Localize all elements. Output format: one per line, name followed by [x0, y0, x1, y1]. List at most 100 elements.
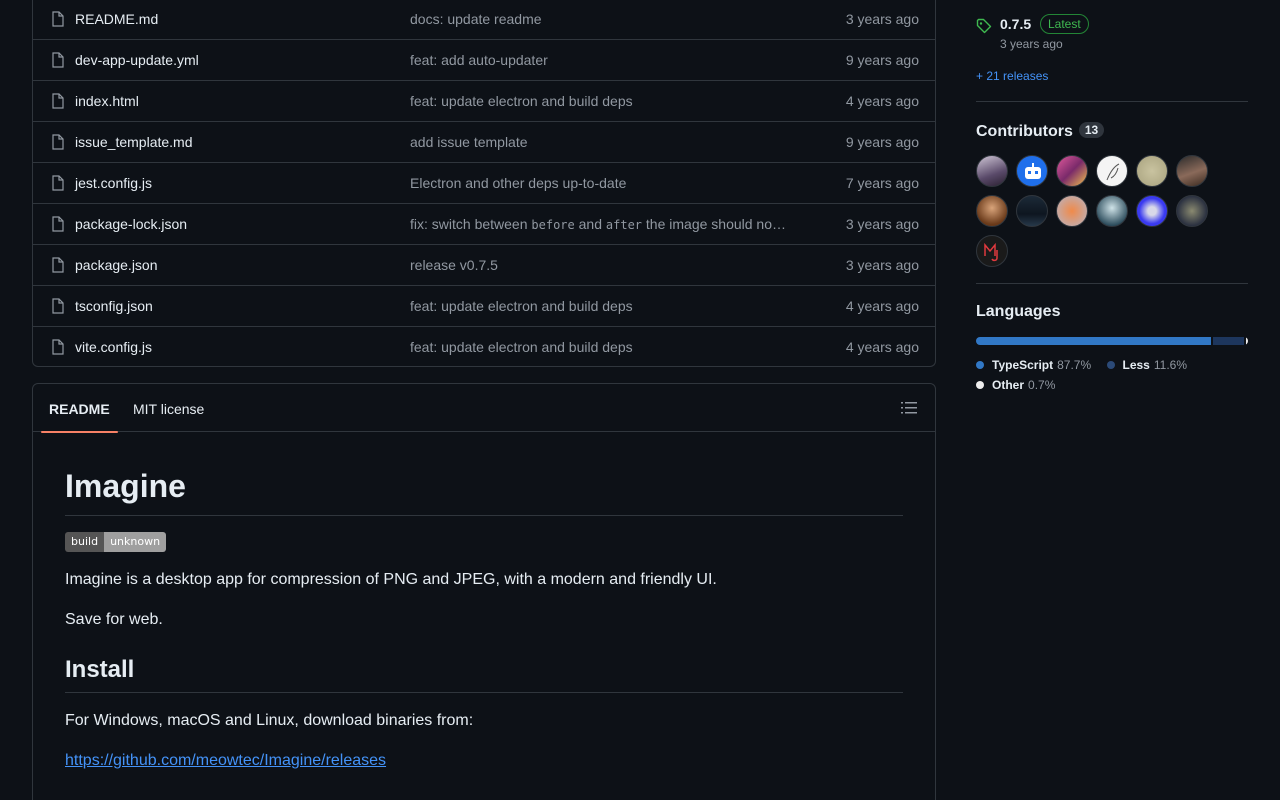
contributors-title: Contributors	[976, 123, 1073, 140]
file-row[interactable]: README.md docs: update readme 3 years ag…	[33, 0, 935, 39]
file-name-link[interactable]: tsconfig.json	[75, 298, 153, 314]
release-version: 0.7.5	[1000, 16, 1032, 32]
avatar[interactable]	[1096, 195, 1128, 227]
commit-message-link[interactable]: feat: update electron and build deps	[410, 93, 633, 109]
avatar[interactable]	[1096, 155, 1128, 187]
file-icon	[52, 339, 64, 355]
latest-badge: Latest	[1040, 14, 1089, 34]
file-name-link[interactable]: index.html	[75, 93, 139, 109]
divider	[976, 101, 1248, 102]
commit-time: 4 years ago	[845, 93, 919, 109]
lang-bar-segment-typescript[interactable]	[976, 337, 1212, 345]
avatar[interactable]	[976, 155, 1008, 187]
contributors-heading[interactable]: Contributors 13	[976, 122, 1105, 141]
lang-item-less[interactable]: Less 11.6%	[1106, 355, 1187, 375]
badge-value: unknown	[104, 532, 167, 552]
contributors-count: 13	[1078, 122, 1105, 138]
lang-dot	[1106, 361, 1115, 369]
releases-link[interactable]: https://github.com/meowtec/Imagine/relea…	[65, 752, 386, 769]
lang-dot	[976, 361, 984, 369]
commit-time: 3 years ago	[845, 10, 919, 27]
file-row[interactable]: package-lock.json fix: switch between be…	[33, 203, 935, 244]
file-icon	[52, 52, 64, 68]
commit-message-link[interactable]: fix: switch between before and after the…	[410, 216, 786, 232]
avatar[interactable]	[1056, 155, 1088, 187]
bot-icon	[1025, 163, 1041, 179]
install-heading: Install	[65, 656, 903, 693]
file-row[interactable]: tsconfig.json feat: update electron and …	[33, 285, 935, 326]
commit-message-link[interactable]: add issue template	[410, 134, 528, 150]
file-row[interactable]: jest.config.js Electron and other deps u…	[33, 162, 935, 203]
commit-time: 3 years ago	[845, 216, 919, 232]
more-releases-link[interactable]: + 21 releases	[976, 69, 1048, 83]
repo-page: README.md docs: update readme 3 years ag…	[0, 0, 1280, 800]
lang-name: TypeScript	[992, 358, 1054, 372]
commit-message-link[interactable]: release v0.7.5	[410, 257, 498, 273]
avatar[interactable]	[1136, 195, 1168, 227]
commit-msg-code: before	[531, 218, 575, 232]
file-name-link[interactable]: issue_template.md	[75, 134, 193, 150]
sketch-avatar-icon	[1106, 163, 1120, 181]
readme-description: Imagine is a desktop app for compression…	[65, 571, 717, 588]
lang-item-typescript[interactable]: TypeScript 87.7%	[976, 355, 1091, 375]
commit-message-link[interactable]: feat: update electron and build deps	[410, 298, 633, 314]
commit-message-link[interactable]: Electron and other deps up-to-date	[410, 175, 626, 191]
commit-message-link[interactable]: feat: add auto-updater	[410, 52, 548, 68]
build-status-badge[interactable]: build unknown	[65, 532, 167, 552]
file-icon	[52, 134, 64, 150]
outline-list-icon[interactable]	[901, 400, 917, 416]
file-row[interactable]: dev-app-update.yml feat: add auto-update…	[33, 39, 935, 80]
commit-message-link[interactable]: docs: update readme	[410, 11, 542, 27]
lang-bar-segment-less[interactable]	[1213, 337, 1245, 345]
badge-label: build	[65, 532, 105, 552]
avatar[interactable]	[1176, 195, 1208, 227]
commit-msg-code: after	[605, 218, 643, 232]
commit-msg-part: the image should no…	[642, 216, 786, 232]
commit-msg-part: and	[574, 216, 606, 232]
lang-bar-segment-other[interactable]	[1246, 337, 1248, 345]
lang-pct: 87.7%	[1057, 358, 1092, 372]
file-name-link[interactable]: dev-app-update.yml	[75, 52, 199, 68]
file-icon	[52, 216, 64, 232]
file-list: README.md docs: update readme 3 years ag…	[32, 0, 936, 367]
commit-time: 9 years ago	[845, 134, 919, 150]
lang-dot	[976, 381, 984, 389]
commit-message-link[interactable]: feat: update electron and build deps	[410, 339, 633, 355]
file-row[interactable]: index.html feat: update electron and bui…	[33, 80, 935, 121]
avatar[interactable]	[976, 235, 1008, 267]
file-row[interactable]: package.json release v0.7.5 3 years ago	[33, 244, 935, 285]
file-name-link[interactable]: jest.config.js	[75, 175, 152, 191]
file-name-link[interactable]: package.json	[75, 257, 158, 273]
tab-readme[interactable]: README	[41, 384, 118, 433]
avatar[interactable]	[1016, 155, 1048, 187]
avatar[interactable]	[1056, 195, 1088, 227]
avatar[interactable]	[976, 195, 1008, 227]
file-icon	[52, 257, 64, 273]
languages-bar	[976, 337, 1248, 345]
file-row[interactable]: issue_template.md add issue template 9 y…	[33, 121, 935, 162]
commit-time: 4 years ago	[845, 298, 919, 314]
lang-pct: 0.7%	[1028, 378, 1056, 392]
file-icon	[52, 10, 64, 27]
languages-heading: Languages	[976, 303, 1061, 320]
monogram-avatar-icon	[984, 242, 998, 262]
avatar[interactable]	[1136, 155, 1168, 187]
commit-msg-part: fix: switch between	[410, 216, 532, 232]
latest-release[interactable]: 0.7.5 Latest 3 years ago	[976, 0, 1248, 60]
readme-panel: README MIT license Imagine build unknown …	[32, 383, 936, 800]
avatar[interactable]	[1016, 195, 1048, 227]
file-icon	[52, 298, 64, 314]
lang-item-other[interactable]: Other 0.7%	[976, 375, 1055, 395]
file-name-link[interactable]: README.md	[75, 11, 158, 27]
commit-time: 4 years ago	[845, 339, 919, 355]
file-icon	[52, 93, 64, 109]
file-row[interactable]: vite.config.js feat: update electron and…	[33, 326, 935, 367]
file-name-link[interactable]: vite.config.js	[75, 339, 152, 355]
readme-tabs: README MIT license	[33, 384, 935, 433]
file-name-link[interactable]: package-lock.json	[75, 216, 187, 232]
readme-title: Imagine	[65, 468, 903, 516]
repo-sidebar: 0.7.5 Latest 3 years ago + 21 releases C…	[976, 0, 1248, 392]
tab-license[interactable]: MIT license	[133, 384, 204, 432]
readme-tagline: Save for web.	[65, 611, 163, 628]
avatar[interactable]	[1176, 155, 1208, 187]
